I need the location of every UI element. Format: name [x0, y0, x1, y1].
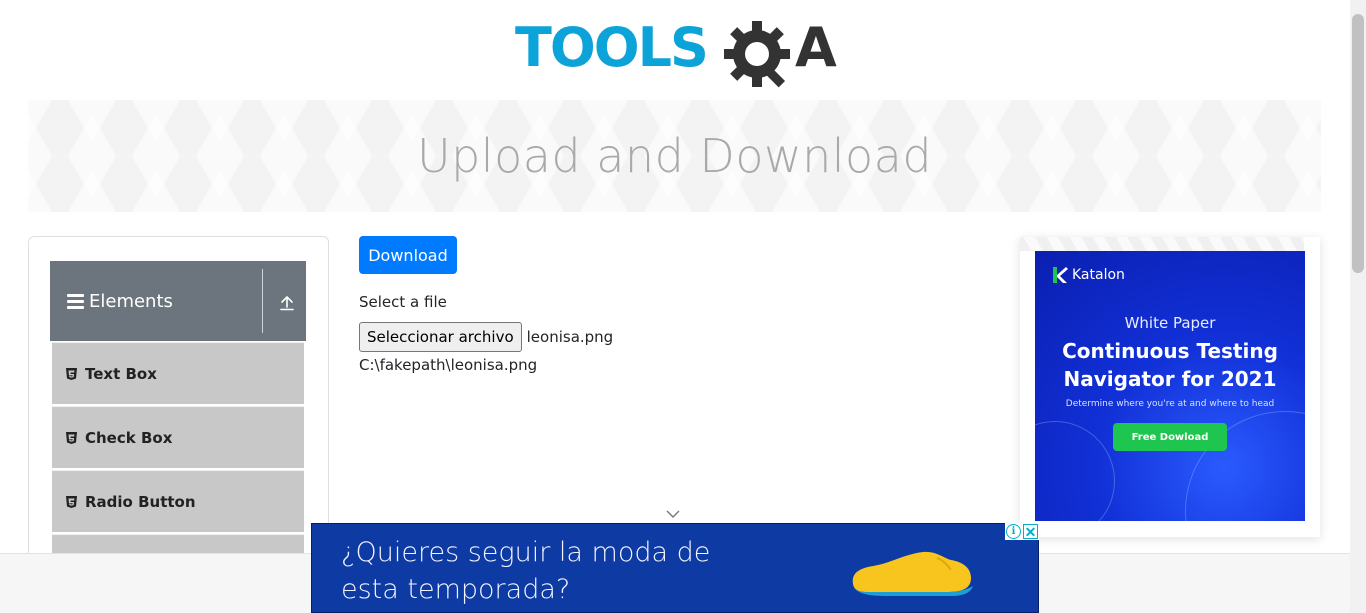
gear-icon: [724, 21, 790, 88]
download-button[interactable]: Download: [359, 236, 457, 274]
katalon-brand-name: Katalon: [1072, 267, 1125, 283]
ad-description: Determine where you're at and where to h…: [1065, 399, 1275, 409]
shoe-image: [852, 551, 973, 596]
html5-icon: [66, 367, 77, 380]
logo-text-tools: TOOLS: [515, 16, 707, 79]
bottom-ad-banner[interactable]: ¿Quieres seguir la moda de esta temporad…: [311, 523, 1039, 613]
hamburger-icon: [67, 293, 84, 309]
choose-file-button[interactable]: Seleccionar archivo: [359, 322, 522, 352]
ad-info-icon[interactable]: i: [1006, 524, 1021, 539]
html5-icon: [66, 495, 77, 508]
ad-title-line1: Continuous Testing: [1062, 339, 1278, 363]
katalon-logo-icon: [1053, 267, 1068, 283]
bottom-ad-text: ¿Quieres seguir la moda de esta temporad…: [341, 537, 711, 605]
sidebar-item-label: Check Box: [85, 428, 173, 447]
decor-circle: [1035, 421, 1115, 521]
toolsqa-logo-graphic: TOOLS A: [515, 16, 837, 88]
sidebar: Elements Text Box Check Box Radio Button: [28, 236, 329, 566]
uploaded-file-path: C:\fakepath\leonisa.png: [359, 356, 538, 374]
page-banner: Upload and Download: [28, 100, 1321, 212]
upload-arrow-icon[interactable]: [279, 295, 295, 311]
ad-choices[interactable]: i ✕: [1005, 523, 1039, 540]
close-icon[interactable]: ✕: [1023, 524, 1038, 539]
html5-icon: [66, 431, 77, 444]
page-scrollbar[interactable]: [1350, 0, 1366, 613]
sidebar-item-text-box[interactable]: Text Box: [52, 342, 304, 404]
sidebar-item-radio-button[interactable]: Radio Button: [52, 470, 304, 532]
sidebar-group-title: Elements: [89, 290, 173, 312]
header-divider: [262, 269, 263, 333]
select-file-label: Select a file: [359, 293, 447, 311]
toolsqa-logo[interactable]: TOOLS A: [515, 14, 840, 92]
logo-text-a: A: [795, 16, 837, 79]
free-download-button[interactable]: Free Dowload: [1113, 423, 1227, 451]
sidebar-item-check-box[interactable]: Check Box: [52, 406, 304, 468]
katalon-brand: Katalon: [1052, 266, 1125, 284]
katalon-ad[interactable]: Katalon White Paper Continuous Testing N…: [1035, 251, 1305, 521]
sidebar-group-elements[interactable]: Elements: [50, 261, 306, 341]
scrollbar-thumb[interactable]: [1352, 14, 1364, 273]
file-upload-input[interactable]: Seleccionar archivo leonisa.png: [359, 322, 613, 352]
sidebar-item-label: Text Box: [85, 364, 157, 383]
ad-card-pattern: [1020, 237, 1304, 251]
chevron-down-icon[interactable]: [666, 510, 680, 519]
ad-title: Continuous Testing Navigator for 2021: [1035, 337, 1305, 393]
ad-title-line2: Navigator for 2021: [1063, 367, 1277, 391]
sidebar-item-label: Radio Button: [85, 492, 196, 511]
page-title: Upload and Download: [416, 129, 933, 183]
ad-subtitle: White Paper: [1124, 314, 1216, 332]
selected-file-name: leonisa.png: [526, 328, 614, 346]
